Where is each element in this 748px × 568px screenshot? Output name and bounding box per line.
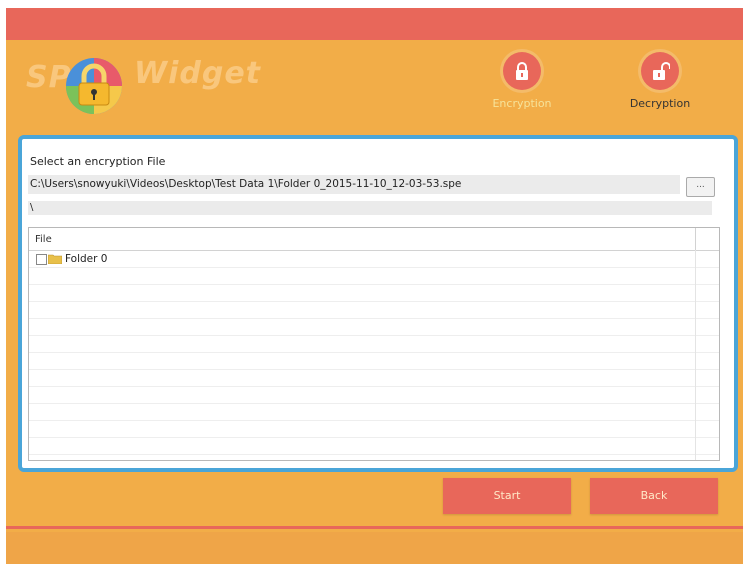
browse-button[interactable]: ... <box>686 177 715 197</box>
decryption-mode-button[interactable]: Decryption <box>610 52 710 110</box>
empty-row <box>29 404 719 421</box>
encryption-mode-button[interactable]: Encryption <box>472 52 572 110</box>
column-header-file[interactable]: File <box>35 234 52 245</box>
logo-text-right: Widget <box>134 56 262 91</box>
footer-bar <box>6 532 743 564</box>
empty-row <box>29 319 719 336</box>
lock-open-icon <box>641 52 679 90</box>
empty-row <box>29 421 719 438</box>
scrollbar-divider <box>695 250 696 460</box>
file-selection-panel: Select an encryption File C:\Users\snowy… <box>18 135 738 472</box>
padlock-logo-icon <box>66 58 122 114</box>
empty-row <box>29 353 719 370</box>
row-name: Folder 0 <box>65 253 108 265</box>
back-button[interactable]: Back <box>590 478 718 514</box>
empty-row <box>29 438 719 455</box>
decryption-label: Decryption <box>629 97 691 110</box>
app-window: SP Widget Encryption Decryption Select a… <box>6 8 743 564</box>
file-list-table: File Folder 0 <box>28 227 720 461</box>
empty-row <box>29 370 719 387</box>
footer-divider <box>6 526 743 529</box>
encryption-label: Encryption <box>492 97 552 110</box>
empty-row <box>29 268 719 285</box>
empty-row <box>29 285 719 302</box>
empty-row <box>29 302 719 319</box>
app-logo: SP Widget <box>16 50 260 130</box>
select-file-label: Select an encryption File <box>30 155 166 168</box>
file-path-field[interactable]: C:\Users\snowyuki\Videos\Desktop\Test Da… <box>28 175 680 194</box>
folder-icon <box>48 254 62 264</box>
start-button[interactable]: Start <box>443 478 571 514</box>
subpath-field[interactable]: \ <box>28 201 712 215</box>
title-bar <box>6 8 743 40</box>
file-list-row[interactable]: Folder 0 <box>29 251 719 268</box>
file-list-header: File <box>29 228 719 251</box>
header-divider <box>695 228 696 250</box>
empty-row <box>29 336 719 353</box>
lock-closed-icon <box>503 52 541 90</box>
empty-row <box>29 387 719 404</box>
row-checkbox[interactable] <box>36 254 47 265</box>
